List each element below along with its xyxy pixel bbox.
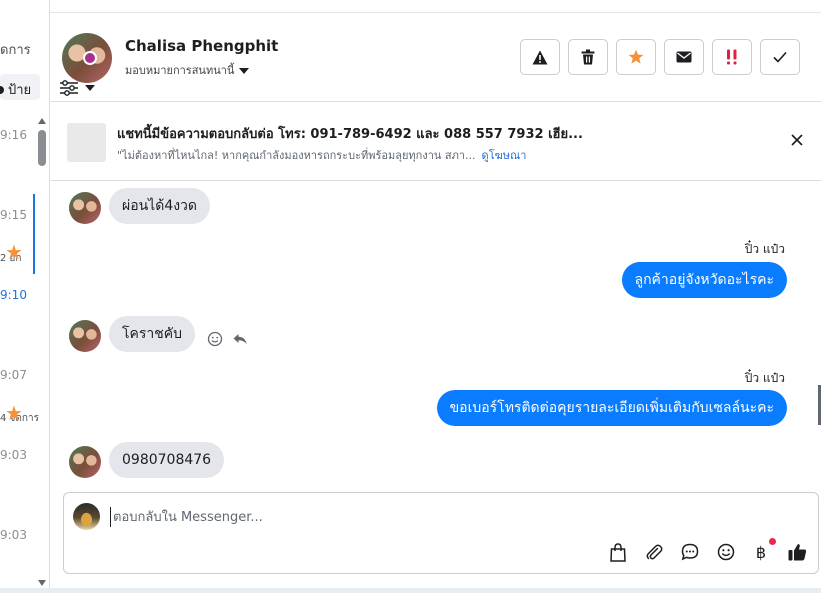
mark-done-button[interactable]	[760, 39, 800, 75]
conversation-list: ัดการ ป้าย 9:16 9:15 2 ยก ★ 9:10 9:07 4 …	[0, 0, 50, 593]
conversation-time: 9:16	[0, 128, 27, 142]
envelope-icon	[676, 51, 692, 63]
delete-button[interactable]	[568, 39, 608, 75]
bag-icon[interactable]	[607, 541, 629, 563]
conversation-time: 9:07	[0, 368, 27, 382]
instagram-badge-icon	[83, 51, 97, 65]
close-icon[interactable]	[789, 132, 805, 148]
bottom-bar	[0, 588, 821, 593]
conversation-time: 9:15	[0, 208, 27, 222]
star-icon	[628, 49, 644, 64]
sender-name: ปิ๋ว แป๋ว	[744, 242, 785, 256]
chevron-down-icon[interactable]	[85, 85, 95, 91]
ad-subtitle: "ไม่ต้องหาที่ไหนไกล! หากคุณกำลังมองหารถก…	[117, 146, 526, 164]
active-conversation-indicator	[33, 194, 35, 274]
emoji-icon[interactable]	[715, 541, 737, 563]
baht-icon[interactable]: ฿	[750, 541, 772, 563]
sliders-icon[interactable]	[59, 80, 79, 96]
label-filter-text: ป้าย	[8, 83, 32, 98]
assign-conversation-dropdown[interactable]: มอบหมายการสนทนานี้	[125, 61, 250, 79]
list-scrollbar[interactable]	[36, 114, 48, 588]
trash-icon	[581, 49, 595, 65]
assign-label: มอบหมายการสนทนานี้	[125, 64, 235, 77]
reply-icon[interactable]	[232, 331, 248, 347]
conversation-header: Chalisa Phengphit มอบหมายการสนทนานี้	[51, 13, 821, 102]
conversation-time: 9:03	[0, 528, 27, 542]
view-ad-link[interactable]: ดูโฆษณา	[482, 149, 527, 162]
star-icon: ★	[5, 240, 23, 264]
label-filter[interactable]: ป้าย	[0, 74, 40, 100]
reply-input[interactable]	[110, 507, 590, 527]
baht-symbol: ฿	[755, 542, 767, 562]
manage-label[interactable]: ัดการ	[0, 39, 31, 60]
saved-reply-icon[interactable]	[679, 541, 701, 563]
star-button[interactable]	[616, 39, 656, 75]
conversation-time: 9:03	[0, 448, 27, 462]
contact-name[interactable]: Chalisa Phengphit	[125, 37, 278, 55]
outgoing-message[interactable]: ขอเบอร์โทรติดต่อคุยรายละเอียดเพิ่มเติมกั…	[436, 390, 787, 426]
react-emoji-icon[interactable]	[207, 331, 223, 347]
notification-dot	[769, 538, 776, 545]
ad-title: แชทนี้มีข้อความตอบกลับต่อ โทร: 091-789-6…	[117, 127, 583, 142]
contact-avatar	[69, 320, 101, 352]
page-avatar	[73, 503, 100, 530]
star-icon: ★	[5, 401, 23, 425]
ad-description: "ไม่ต้องหาที่ไหนไกล! หากคุณกำลังมองหารถก…	[117, 149, 476, 162]
sender-name: ปิ๋ว แป๋ว	[744, 371, 785, 385]
message-thread: ผ่อนได้4งวด ปิ๋ว แป๋ว ลูกค้าอยู่จังหวัดอ…	[51, 182, 821, 489]
contact-avatar	[69, 446, 101, 478]
spam-button[interactable]	[520, 39, 560, 75]
scroll-up-arrow-icon[interactable]	[38, 118, 46, 124]
thumbs-up-icon[interactable]	[786, 541, 808, 563]
scroll-thumb[interactable]	[38, 130, 46, 166]
incoming-message[interactable]: 0980708476	[109, 442, 225, 478]
paperclip-icon[interactable]	[643, 541, 665, 563]
chevron-down-icon	[239, 68, 250, 74]
conversation-time: 9:10	[0, 288, 27, 302]
warning-icon	[532, 50, 548, 64]
ad-thumbnail[interactable]	[67, 123, 106, 162]
incoming-message[interactable]: ผ่อนได้4งวด	[109, 188, 211, 224]
scroll-down-arrow-icon[interactable]	[38, 580, 46, 586]
outgoing-message[interactable]: ลูกค้าอยู่จังหวัดอะไรคะ	[621, 262, 787, 298]
ad-context-banner: แชทนี้มีข้อความตอบกลับต่อ โทร: 091-789-6…	[51, 103, 821, 181]
check-icon	[773, 51, 787, 63]
reply-composer: ฿	[63, 492, 819, 574]
incoming-message[interactable]: โคราชคับ	[109, 316, 196, 352]
mark-unread-button[interactable]	[664, 39, 704, 75]
label-dot-icon	[0, 86, 4, 94]
follow-up-button[interactable]	[712, 39, 752, 75]
contact-avatar	[69, 192, 101, 224]
follow-up-icon	[727, 49, 737, 65]
